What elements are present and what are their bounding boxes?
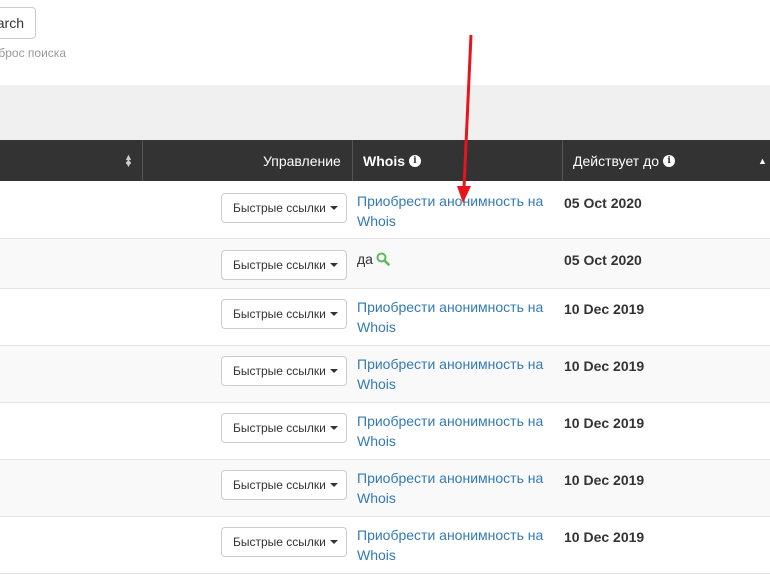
caret-down-icon [329, 540, 338, 544]
quick-links-label: Быстрые ссылки [233, 535, 326, 549]
annotation-arrow [457, 34, 473, 203]
